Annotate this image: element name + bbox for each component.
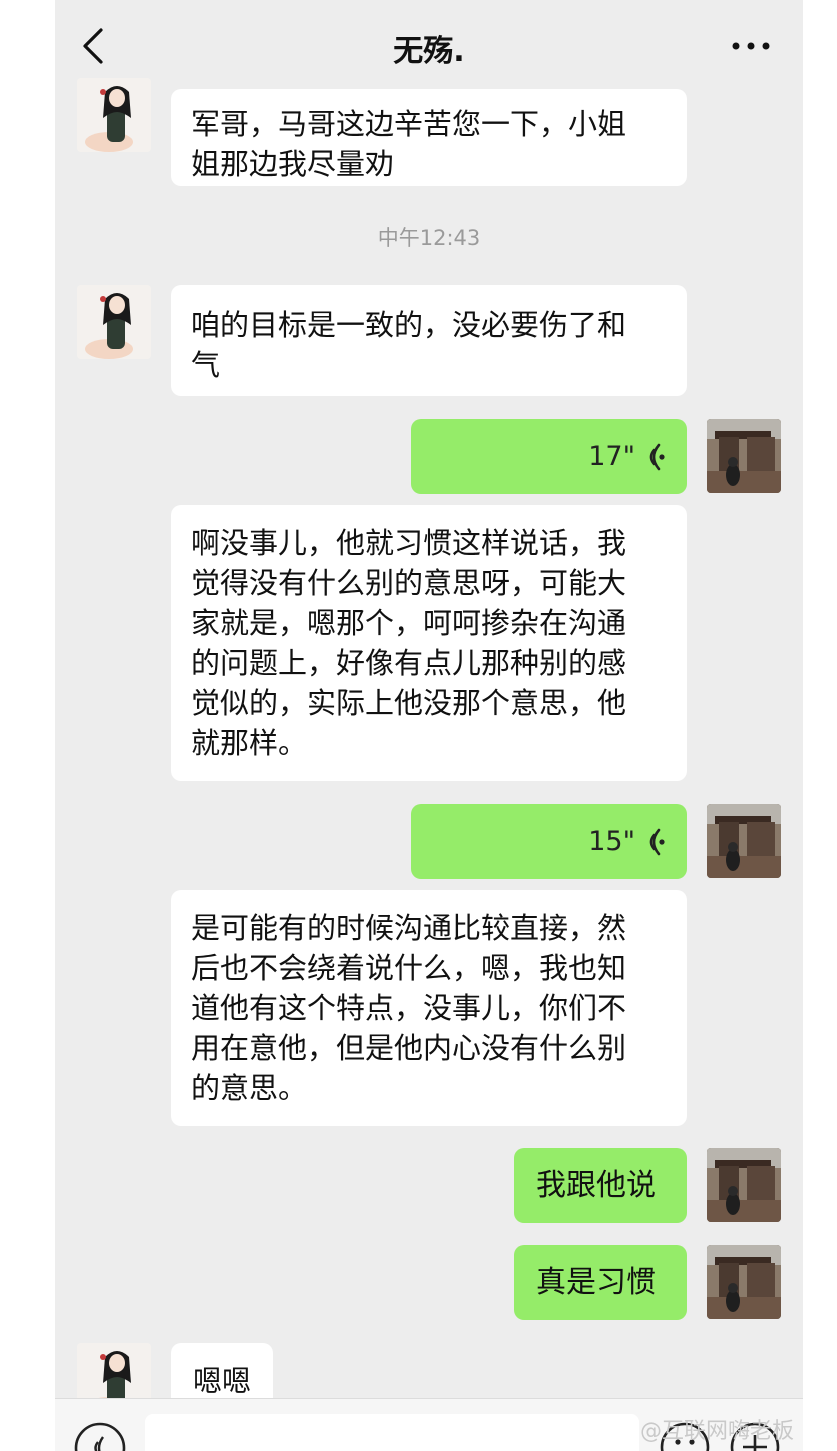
message-line: 觉得没有什么别的意思呀，可能大 xyxy=(191,566,627,600)
voice-message-outgoing[interactable]: 17" xyxy=(411,419,687,494)
message-input[interactable] xyxy=(145,1414,639,1451)
message-text: 嗯嗯 xyxy=(193,1364,252,1398)
message-line: 啊没事儿，他就习惯这样说话，我 xyxy=(191,526,627,560)
message-line: 的问题上，好像有点儿那种别的感 xyxy=(191,646,627,680)
voice-message-outgoing[interactable]: 15" xyxy=(411,804,687,879)
my-avatar[interactable] xyxy=(707,1245,781,1319)
chat-header: 无殇. xyxy=(55,0,803,88)
contact-avatar[interactable] xyxy=(77,285,151,359)
voice-wave-icon xyxy=(649,443,665,470)
message-line: 军哥，马哥这边辛苦您一下，小姐 xyxy=(191,107,627,141)
voice-duration: 15" xyxy=(588,825,635,857)
message-text: 真是习惯 xyxy=(536,1265,656,1300)
my-avatar[interactable] xyxy=(707,419,781,493)
message-line: 道他有这个特点，没事儿，你们不 xyxy=(191,991,627,1025)
garden-gate-avatar-icon xyxy=(707,1245,781,1319)
message-bubble-incoming[interactable]: 啊没事儿，他就习惯这样说话，我 觉得没有什么别的意思呀，可能大 家就是，嗯那个，… xyxy=(171,505,687,781)
message-line: 家就是，嗯那个，呵呵掺杂在沟通 xyxy=(191,606,627,640)
message-line: 就那样。 xyxy=(191,726,308,760)
message-bubble-incoming[interactable]: 咱的目标是一致的，没必要伤了和 气 xyxy=(171,285,687,396)
message-bubble-incoming[interactable]: 是可能有的时候沟通比较直接，然 后也不会绕着说什么，嗯，我也知 道他有这个特点，… xyxy=(171,890,687,1126)
my-avatar[interactable] xyxy=(707,1148,781,1222)
chat-screen: 无殇. 军哥，马哥这边辛苦您一下，小姐 姐那边我尽量劝 中午12:43 咱的目标… xyxy=(55,0,803,1451)
anime-girl-avatar-icon xyxy=(77,78,151,152)
message-line: 用在意他，但是他内心没有什么别 xyxy=(191,1031,627,1065)
message-timestamp: 中午12:43 xyxy=(377,226,481,250)
chat-title: 无殇. xyxy=(393,34,465,69)
message-line: 是可能有的时候沟通比较直接，然 xyxy=(191,911,627,945)
contact-avatar[interactable] xyxy=(77,78,151,152)
garden-gate-avatar-icon xyxy=(707,419,781,493)
more-options-button[interactable] xyxy=(729,28,773,64)
message-line: 觉似的，实际上他没那个意思，他 xyxy=(191,686,627,720)
message-line: 咱的目标是一致的，没必要伤了和 xyxy=(191,308,627,342)
message-line: 气 xyxy=(191,348,221,382)
message-bubble-outgoing[interactable]: 我跟他说 xyxy=(514,1148,687,1223)
message-bubble-incoming[interactable]: 军哥，马哥这边辛苦您一下，小姐 姐那边我尽量劝 xyxy=(171,89,687,186)
voice-input-icon xyxy=(74,1422,126,1451)
message-line: 后也不会绕着说什么，嗯，我也知 xyxy=(191,951,627,985)
more-dots-icon xyxy=(732,42,770,50)
message-bubble-outgoing[interactable]: 真是习惯 xyxy=(514,1245,687,1320)
voice-wave-icon xyxy=(649,828,665,855)
message-text: 我跟他说 xyxy=(536,1168,656,1203)
voice-duration: 17" xyxy=(588,440,635,472)
garden-gate-avatar-icon xyxy=(707,1148,781,1222)
voice-input-button[interactable] xyxy=(73,1421,127,1451)
watermark: @互联网嗨老板 xyxy=(640,1419,795,1444)
message-line: 的意思。 xyxy=(191,1071,308,1105)
garden-gate-avatar-icon xyxy=(707,804,781,878)
my-avatar[interactable] xyxy=(707,804,781,878)
message-line: 姐那边我尽量劝 xyxy=(191,147,395,181)
anime-girl-avatar-icon xyxy=(77,285,151,359)
